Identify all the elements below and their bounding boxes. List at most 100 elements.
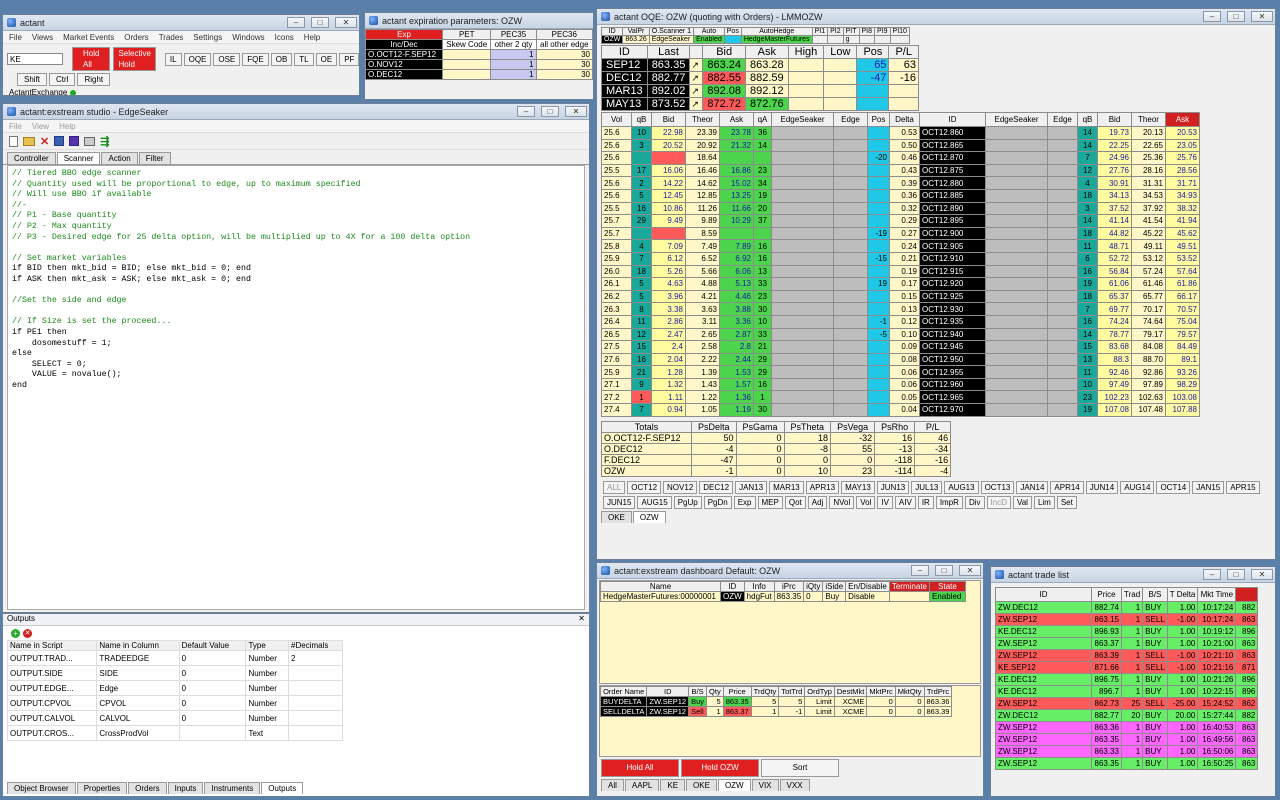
month-tab[interactable]: MAR13 [769, 480, 804, 494]
table-row[interactable]: OUTPUT.EDGE... Edge 0 Number [6, 680, 343, 696]
delete-icon[interactable]: ✕ [40, 135, 49, 148]
table-row[interactable]: 25.6 18.64 -20 0.46 OCT12.870 7 24.96 25.36 25.7… [601, 151, 1200, 165]
bottom-tab[interactable]: OZW [717, 779, 751, 791]
studio-titlebar[interactable]: actant:exstream studio - EdgeSeaker – □ … [3, 104, 589, 120]
bottom-tab[interactable]: AAPL [624, 779, 660, 791]
bottom-tab[interactable]: Properties [76, 782, 128, 794]
close-icon[interactable]: ✕ [1251, 569, 1273, 580]
future-bid[interactable]: 892.08 [702, 84, 746, 98]
month-tab[interactable]: Vol [856, 495, 876, 509]
month-tab[interactable]: OCT14 [1156, 480, 1191, 494]
bottom-tab[interactable]: OKE [686, 779, 717, 791]
view-button[interactable]: OQE [183, 52, 212, 66]
future-ask[interactable]: 863.28 [745, 58, 789, 72]
selective-hold-button[interactable]: Selective Hold [113, 47, 156, 71]
month-tab[interactable]: JAN13 [735, 480, 768, 494]
bottom-tab[interactable]: KE [660, 779, 686, 791]
studio-tab[interactable]: Action [101, 152, 138, 164]
new-file-icon[interactable] [9, 135, 18, 147]
bottom-tab[interactable]: All [601, 779, 624, 791]
studio-tab[interactable]: Scanner [56, 152, 101, 164]
view-button[interactable]: OSE [213, 52, 241, 66]
close-icon[interactable]: ✕ [1251, 11, 1273, 22]
expiry-cell[interactable]: 30 [535, 69, 593, 80]
table-row[interactable]: ZW.SEP12 863.35 1 BUY 1.00 16:49:56 863 [995, 733, 1259, 746]
month-tab[interactable]: DEC12 [699, 480, 734, 494]
table-row[interactable]: 25.5 17 16.06 16.46 16.86 23 0.43 OCT12.875 12 27… [601, 163, 1200, 178]
table-row[interactable]: 26.2 5 3.96 4.21 4.46 23 0.15 OCT12.925 18 65.37 6… [601, 289, 1200, 304]
bottom-tab[interactable]: OKE [601, 510, 632, 523]
table-row[interactable]: KE.DEC12 896.7 1 BUY 1.00 10:22:15 896 [995, 685, 1259, 698]
table-row[interactable]: 25.6 5 12.45 12.85 13.25 19 0.36 OCT12.885 18 34.… [601, 188, 1200, 203]
modifier-button[interactable]: Ctrl [49, 73, 76, 86]
table-row[interactable]: 27.4 7 0.94 1.05 1.19 30 0.04 OCT12.970 19 107.08… [601, 403, 1200, 417]
table-row[interactable]: 25.6 10 22.98 23.39 23.78 36 0.53 OCT12.860 14 19… [601, 126, 1200, 140]
sort-button[interactable]: Sort [761, 759, 839, 777]
view-button[interactable]: OB [270, 52, 293, 66]
table-row[interactable]: 26.0 18 5.26 5.66 6.06 13 0.19 OCT12.915 16 56.84… [601, 264, 1200, 279]
maximize-icon[interactable]: □ [311, 17, 329, 28]
month-tab[interactable]: JAN14 [1016, 480, 1049, 494]
table-row[interactable]: 27.6 16 2.04 2.22 2.44 29 0.08 OCT12.950 13 88.3 8… [601, 352, 1200, 367]
month-tab[interactable]: IR [917, 495, 934, 509]
dash-cell[interactable]: Disable [845, 591, 890, 602]
future-bid[interactable]: 872.72 [702, 97, 746, 111]
table-row[interactable]: KE.DEC12 896.75 1 BUY 1.00 10:21:26 896 [995, 673, 1259, 686]
table-row[interactable]: 25.8 4 7.09 7.49 7.89 16 0.24 OCT12.905 11 48.71 4… [601, 239, 1200, 253]
table-row[interactable]: OUTPUT.TRAD... TRADEEDGE 0 Number 2 [6, 650, 343, 666]
menu-item[interactable]: Views [32, 33, 53, 42]
month-tab[interactable]: OCT13 [980, 480, 1015, 494]
table-row[interactable]: BUYDELTA ZW.SEP12 Buy 5 863.35 5 5 Limit XCME 0 0 8… [599, 696, 953, 707]
expiry-cell[interactable]: 30 [535, 49, 593, 60]
table-row[interactable]: 25.9 7 6.12 6.52 6.92 16 -15 0.21 OCT12.910 6 52.7… [601, 251, 1200, 266]
trades-titlebar[interactable]: actant trade list – □ ✕ [991, 567, 1275, 583]
table-row[interactable]: OUTPUT.CALVOL CALVOL 0 Number [6, 710, 343, 726]
menu-item[interactable]: Windows [232, 33, 264, 42]
dash-hold-all-button[interactable]: Hold All [601, 759, 679, 777]
month-tab[interactable]: JUN15 [603, 495, 636, 509]
table-row[interactable]: OUTPUT.CROS... CrossProdVol Text [6, 725, 343, 741]
print-icon[interactable] [84, 136, 96, 146]
minimize-icon[interactable]: – [911, 565, 929, 576]
month-tab[interactable]: AIV [894, 495, 916, 509]
table-row[interactable]: SELLDELTA ZW.SEP12 Sell 1 863.37 1 -1 Limit XCME… [599, 706, 953, 717]
expiry-cell[interactable]: 1 [490, 49, 537, 60]
minimize-icon[interactable]: – [287, 17, 305, 28]
minimize-icon[interactable]: – [517, 106, 535, 117]
month-tab[interactable]: OCT12 [627, 480, 662, 494]
deploy-icon[interactable]: ⇶ [100, 135, 109, 148]
table-row[interactable]: 26.3 8 3.38 3.63 3.88 30 0.13 OCT12.930 7 69.77 70… [601, 302, 1200, 316]
bottom-tab[interactable]: Object Browser [7, 782, 76, 794]
month-tab[interactable]: Div [964, 495, 985, 509]
bottom-tab[interactable]: VXX [779, 779, 810, 791]
modifier-button[interactable]: Right [77, 73, 111, 86]
symbol-input[interactable] [7, 53, 63, 65]
month-tab[interactable]: PgUp [673, 495, 702, 509]
table-row[interactable]: KE.SEP12 871.66 1 SELL -1.00 10:21:16 871 [995, 661, 1259, 674]
menu-item[interactable]: File [9, 33, 22, 42]
expiry-cell[interactable]: 1 [490, 59, 537, 70]
month-tab[interactable]: APR14 [1050, 480, 1084, 494]
maximize-icon[interactable]: □ [1227, 569, 1245, 580]
bottom-tab[interactable]: Instruments [204, 782, 261, 794]
table-row[interactable]: OUTPUT.SIDE SIDE 0 Number [6, 665, 343, 681]
table-row[interactable]: 25.9 21 1.28 1.39 1.53 29 0.06 OCT12.955 11 92.46… [601, 365, 1200, 379]
table-row[interactable]: 25.6 2 14.22 14.62 15.02 34 0.39 OCT12.880 4 30.9… [601, 176, 1200, 190]
month-tab[interactable]: IV [877, 495, 893, 509]
studio-tab[interactable]: Controller [7, 152, 56, 164]
close-icon[interactable]: ✕ [959, 565, 981, 576]
menu-item[interactable]: Icons [275, 33, 294, 42]
month-tab[interactable]: Exp [733, 495, 756, 509]
table-row[interactable]: ZW.SEP12 863.37 1 BUY 1.00 10:21:00 863 [995, 637, 1259, 650]
table-row[interactable]: ZW.SEP12 863.15 1 SELL -1.00 10:17:24 863 [995, 613, 1259, 626]
bottom-tab[interactable]: OZW [632, 510, 666, 523]
table-row[interactable]: 27.1 9 1.32 1.43 1.57 16 0.06 OCT12.960 10 97.49 9… [601, 377, 1200, 392]
hold-all-button[interactable]: Hold All [72, 47, 111, 71]
future-ask[interactable]: 882.59 [745, 71, 789, 85]
menu-item[interactable]: Trades [159, 33, 184, 42]
maximize-icon[interactable]: □ [1227, 11, 1245, 22]
bottom-tab[interactable]: Outputs [261, 782, 304, 794]
menu-item[interactable]: Help [304, 33, 320, 42]
month-tab[interactable]: Lim [1033, 495, 1055, 509]
close-icon[interactable]: ✕ [565, 106, 587, 117]
